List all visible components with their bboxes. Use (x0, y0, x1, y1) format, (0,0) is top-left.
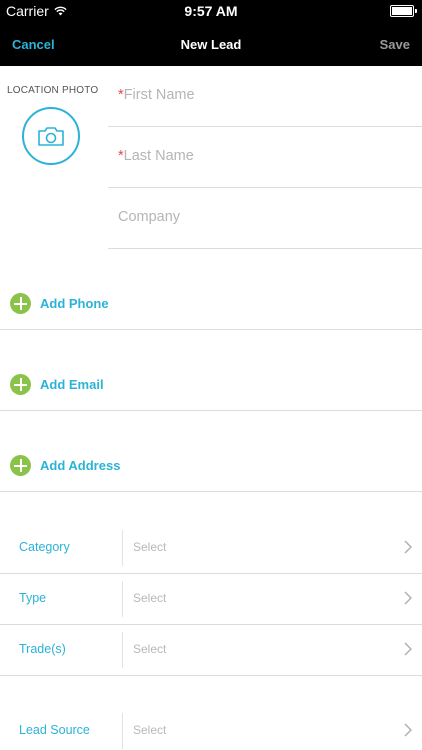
category-label: Category (19, 540, 70, 554)
divider (122, 530, 123, 566)
location-photo-label: LOCATION PHOTO (7, 85, 99, 96)
clock: 9:57 AM (184, 3, 238, 19)
chevron-right-icon (404, 540, 412, 554)
lead-source-select-row[interactable]: Lead Source Select (0, 706, 422, 750)
trades-value: Select (133, 642, 167, 656)
chevron-right-icon (404, 642, 412, 656)
add-phone-row[interactable]: Add Phone (0, 249, 422, 330)
chevron-right-icon (404, 723, 412, 737)
trades-select-row[interactable]: Trade(s) Select (0, 625, 422, 676)
status-bar: Carrier 9:57 AM (0, 0, 422, 22)
lead-source-label: Lead Source (19, 723, 90, 737)
category-select-row[interactable]: Category Select (0, 523, 422, 574)
camera-icon (38, 126, 64, 146)
location-photo-button[interactable] (22, 107, 80, 165)
navigation-bar: Cancel New Lead Save (0, 22, 422, 66)
add-email-label: Add Email (40, 377, 104, 392)
first-name-field[interactable]: *First Name (108, 66, 422, 127)
last-name-field[interactable]: *Last Name (108, 127, 422, 188)
page-title: New Lead (180, 37, 242, 52)
type-select-row[interactable]: Type Select (0, 574, 422, 625)
add-address-row[interactable]: Add Address (0, 411, 422, 492)
chevron-right-icon (404, 591, 412, 605)
first-name-placeholder: *First Name (118, 87, 195, 103)
add-email-row[interactable]: Add Email (0, 330, 422, 411)
plus-circle-icon (10, 455, 31, 476)
trades-label: Trade(s) (19, 642, 66, 656)
type-label: Type (19, 591, 47, 605)
add-address-label: Add Address (40, 458, 121, 473)
company-field[interactable]: Company (108, 188, 422, 249)
plus-circle-icon (10, 293, 31, 314)
save-button[interactable]: Save (380, 37, 410, 52)
category-value: Select (133, 540, 167, 554)
type-value: Select (133, 591, 167, 605)
company-placeholder: Company (118, 209, 181, 225)
lead-source-value: Select (133, 723, 167, 737)
divider (122, 713, 123, 749)
divider (122, 632, 123, 668)
add-phone-label: Add Phone (40, 296, 109, 311)
plus-circle-icon (10, 374, 31, 395)
last-name-placeholder: *Last Name (118, 148, 194, 164)
battery-icon (390, 5, 417, 17)
divider (122, 581, 123, 617)
